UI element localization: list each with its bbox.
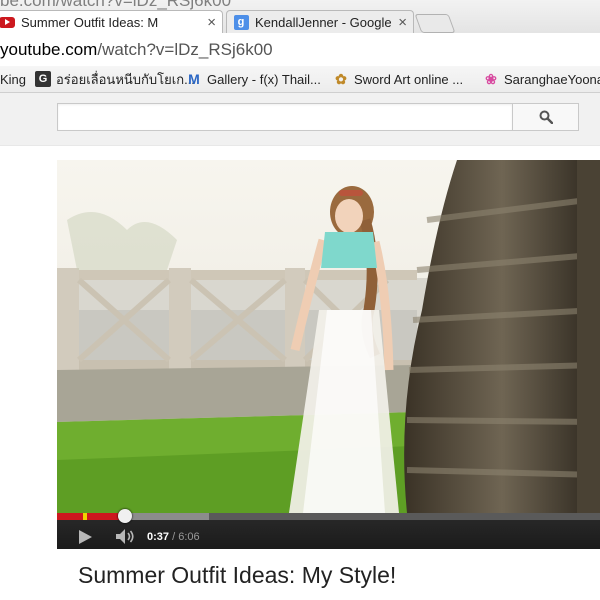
tab-title: Summer Outfit Ideas: M — [21, 14, 159, 30]
time-separator: / — [169, 531, 179, 543]
video-frame[interactable] — [57, 160, 600, 513]
new-tab-button[interactable] — [414, 14, 456, 33]
address-path: /watch?v=lDz_RSj6k00 — [97, 40, 273, 59]
address-bar[interactable]: youtube.com/watch?v=lDz_RSj6k00 — [0, 38, 600, 62]
tab-summer-outfit[interactable]: Summer Outfit Ideas: M × — [0, 10, 223, 33]
video-player[interactable]: 0:37 / 6:06 — [57, 160, 600, 549]
bookmark-label: King — [0, 71, 27, 87]
bookmark-label: Gallery - f(x) Thail... — [207, 71, 321, 87]
bookmark-label: อร่อยเลื่อนหนีบกับโยเก... — [56, 71, 195, 87]
played-bar — [57, 513, 126, 520]
close-tab-icon[interactable]: × — [398, 14, 407, 31]
search-button[interactable] — [513, 103, 579, 131]
video-title: Summer Outfit Ideas: My Style! — [78, 562, 397, 588]
progress-bar[interactable] — [57, 509, 600, 523]
time-display: 0:37 / 6:06 — [147, 529, 200, 545]
address-host: youtube.com — [0, 40, 98, 59]
youtube-masthead — [0, 93, 600, 146]
close-tab-icon[interactable]: × — [207, 14, 216, 31]
duration: 6:06 — [178, 531, 200, 543]
bookmark-label: Sword Art online ... — [354, 71, 464, 87]
ghost-url-text: be.com/watch?v=lDz_RSj6k00 — [0, 0, 232, 10]
bookmark-sword-art-online[interactable]: ✿ Sword Art online ... — [333, 70, 463, 88]
bookmark-label: SaranghaeYoona — [504, 71, 600, 87]
browser-toolbar: youtube.com/watch?v=lDz_RSj6k00 — [0, 33, 600, 67]
volume-icon[interactable] — [115, 528, 137, 545]
search-icon — [539, 110, 553, 124]
ad-marker — [83, 513, 87, 520]
tab-kendall-jenner[interactable]: g KendallJenner - Google × — [226, 10, 414, 33]
tab-title: KendallJenner - Google — [255, 14, 392, 30]
google-g-icon: G — [35, 71, 51, 87]
bookmark-king[interactable]: King — [0, 70, 26, 88]
browser-tab-strip: be.com/watch?v=lDz_RSj6k00 Summer Outfit… — [0, 0, 600, 33]
bookmark-thai-recipe[interactable]: G อร่อยเลื่อนหนีบกับโยเก... — [35, 70, 195, 88]
current-time: 0:37 — [147, 531, 170, 543]
scrubber-handle[interactable] — [118, 509, 133, 523]
flower-icon: ❀ — [485, 70, 497, 87]
google-icon: g — [233, 14, 249, 30]
youtube-icon — [0, 14, 15, 30]
search-input[interactable] — [57, 103, 513, 131]
sword-icon: ✿ — [335, 70, 347, 87]
player-controls: 0:37 / 6:06 — [57, 509, 600, 549]
bookmarks-bar: King G อร่อยเลื่อนหนีบกับโยเก... M Galle… — [0, 66, 600, 93]
bookmark-saranghaeyoona[interactable]: ❀ SaranghaeYoona — [483, 70, 600, 88]
m-icon: M — [188, 71, 200, 87]
play-icon[interactable] — [77, 529, 93, 545]
bookmark-gallery-fx[interactable]: M Gallery - f(x) Thail... — [186, 70, 321, 88]
